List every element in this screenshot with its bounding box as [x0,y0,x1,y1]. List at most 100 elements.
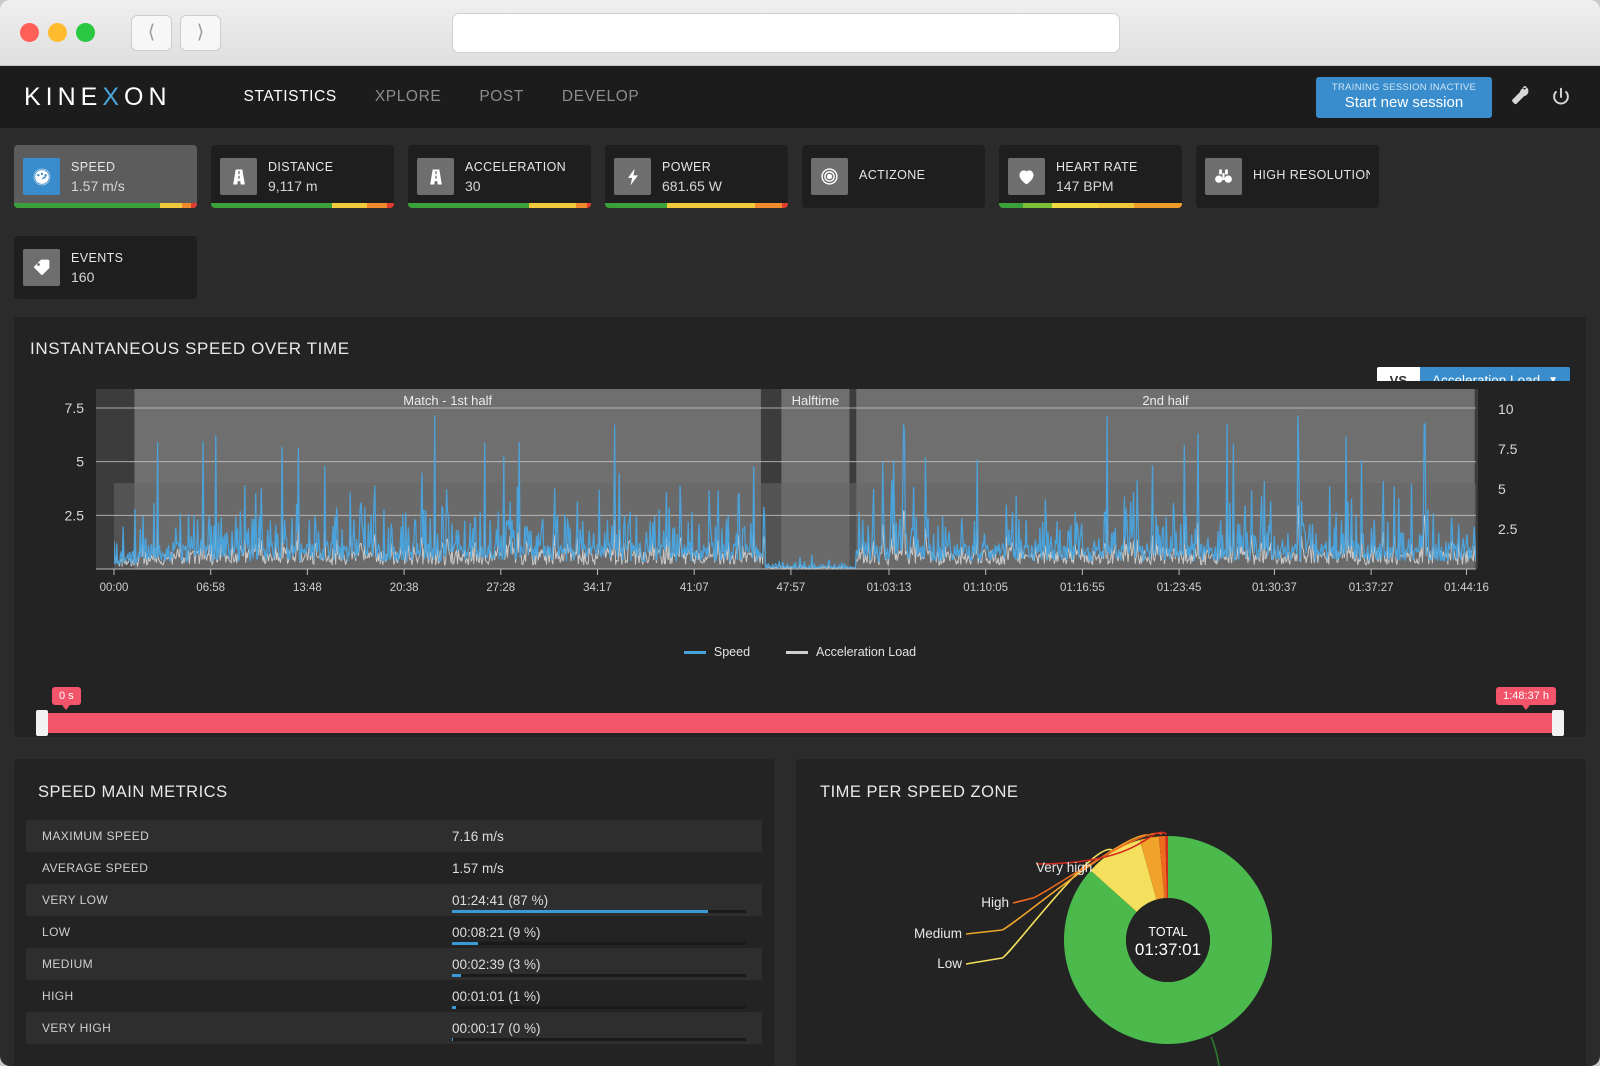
x-axis-tick: 01:44:16 [1444,582,1489,594]
main-navigation: STATISTICS XPLORE POST DEVELOP [242,84,642,110]
metric-card-events[interactable]: EVENTS 160 [14,236,197,299]
x-axis-tick: 20:38 [390,582,419,594]
metric-progress-bar [452,942,746,945]
metric-card-acceleration[interactable]: ACCELERATION 30 [408,145,591,208]
speed-zone-donut-chart[interactable]: TOTAL01:37:01Very lowLowMediumHighVery h… [796,806,1586,1066]
metric-label: MEDIUM [42,957,452,971]
speed-chart-svg: Match - 1st halfHalftime2nd half2.557.52… [14,381,1586,631]
metric-card-title: EVENTS [71,251,123,265]
header-actions: TRAINING SESSION INACTIVE Start new sess… [1316,77,1582,118]
logo-pre: KINE [24,83,102,111]
x-axis-tick: 01:23:45 [1157,582,1202,594]
time-range-handle-start[interactable] [36,710,48,736]
x-axis-tick: 01:30:37 [1252,582,1297,594]
time-range-handle-end[interactable] [1552,710,1564,736]
tag-icon [23,249,60,286]
start-new-session-button[interactable]: TRAINING SESSION INACTIVE Start new sess… [1316,77,1492,118]
speed-chart[interactable]: Speed (m/s) Acceleration Load Match - 1s… [14,381,1586,631]
legend-label-acceleration-load: Acceleration Load [816,645,916,659]
metric-card-high-resolution[interactable]: HIGH RESOLUTION [1196,145,1379,208]
road-icon [417,158,454,195]
back-icon[interactable]: ⟨ [131,15,172,51]
forward-icon[interactable]: ⟩ [180,15,221,51]
metric-cards: SPEED 1.57 m/s DISTANCE 9,117 m [0,128,1600,299]
browser-window: ⟨ ⟩ KINEXON STATISTICS XPLORE POST DEVEL… [0,0,1600,1066]
browser-chrome: ⟨ ⟩ [0,0,1600,66]
metric-label: VERY HIGH [42,1021,452,1035]
metric-label: MAXIMUM SPEED [42,829,452,843]
x-axis-tick: 01:37:27 [1349,582,1394,594]
metric-card-value: 147 BPM [1056,178,1138,194]
donut-label-medium: Medium [914,926,962,941]
metric-label: VERY LOW [42,893,452,907]
metric-card-value: 9,117 m [268,178,333,194]
metric-card-value: 160 [71,269,123,285]
speed-metrics-table: MAXIMUM SPEED 7.16 m/s AVERAGE SPEED 1.5… [26,820,762,1044]
nav-item-post[interactable]: POST [477,84,526,110]
time-range-start-label: 0 s [52,687,81,705]
metric-card-distance[interactable]: DISTANCE 9,117 m [211,145,394,208]
metric-card-title: SPEED [71,160,125,174]
y-axis-tick-right: 10 [1498,401,1514,417]
metric-card-title: ACTIZONE [859,168,925,182]
wrench-icon[interactable] [1510,86,1532,108]
nav-item-xplore[interactable]: XPLORE [373,84,444,110]
x-axis-tick: 41:07 [680,582,709,594]
metric-card-heart-rate[interactable]: HEART RATE 147 BPM [999,145,1182,208]
speed-over-time-panel: INSTANTANEOUS SPEED OVER TIME VS Acceler… [14,317,1586,737]
metric-label: LOW [42,925,452,939]
metric-value: 00:00:17 (0 %) [452,1021,541,1036]
metric-progress-bar [452,1038,746,1041]
metric-card-text: ACTIZONE [859,168,925,186]
metric-card-text: POWER 681.65 W [662,160,722,194]
binoculars-icon [1205,158,1242,195]
panel-title: SPEED MAIN METRICS [14,759,774,802]
time-range-track[interactable] [38,713,1562,733]
donut-label-very-high: Very high [1036,860,1092,875]
metric-card-speed[interactable]: SPEED 1.57 m/s [14,145,197,208]
minimize-window-button[interactable] [48,23,67,42]
metric-card-bar [211,203,394,208]
phase-label-0: Match - 1st half [403,393,492,408]
metric-label: HIGH [42,989,452,1003]
metric-card-text: ACCELERATION 30 [465,160,566,194]
panel-title: TIME PER SPEED ZONE [796,759,1586,802]
x-axis-tick: 01:16:55 [1060,582,1105,594]
time-per-speed-zone-panel: TIME PER SPEED ZONE TOTAL01:37:01Very lo… [796,759,1586,1066]
maximize-window-button[interactable] [76,23,95,42]
x-axis-tick: 00:00 [100,582,129,594]
metric-card-text: HIGH RESOLUTION [1253,168,1370,186]
bottom-panels: SPEED MAIN METRICS MAXIMUM SPEED 7.16 m/… [14,759,1586,1066]
y-axis-tick-right: 2.5 [1498,521,1518,537]
kinexon-app: KINEXON STATISTICS XPLORE POST DEVELOP T… [0,66,1600,1066]
metric-value: 1.57 m/s [452,861,504,876]
nav-item-statistics[interactable]: STATISTICS [242,84,339,110]
metric-value: 7.16 m/s [452,829,504,844]
logo-x: X [102,83,124,111]
target-icon [811,158,848,195]
metric-card-value: 1.57 m/s [71,178,125,194]
time-range-end-label: 1:48:37 h [1496,687,1556,705]
legend-item-speed: Speed [684,645,750,659]
logo-post: ON [124,83,172,111]
metric-card-actizone[interactable]: ACTIZONE [802,145,985,208]
x-axis-tick: 47:57 [777,582,806,594]
nav-item-develop[interactable]: DEVELOP [560,84,641,110]
metric-card-bar [999,203,1182,208]
power-icon[interactable] [1550,86,1572,108]
road-icon [220,158,257,195]
metric-card-bar [605,203,788,208]
metric-card-value: 30 [465,178,566,194]
y-axis-tick-right: 5 [1498,481,1506,497]
metric-card-title: HEART RATE [1056,160,1138,174]
x-axis-tick: 01:03:13 [867,582,912,594]
address-bar[interactable] [452,13,1120,53]
bolt-icon [614,158,651,195]
table-row: AVERAGE SPEED 1.57 m/s [26,852,762,884]
metric-card-power[interactable]: POWER 681.65 W [605,145,788,208]
time-range-slider[interactable]: 0 s 1:48:37 h [38,687,1562,741]
close-window-button[interactable] [20,23,39,42]
legend-swatch-acceleration-load [786,651,808,654]
window-controls [16,23,95,42]
metric-card-title: ACCELERATION [465,160,566,174]
